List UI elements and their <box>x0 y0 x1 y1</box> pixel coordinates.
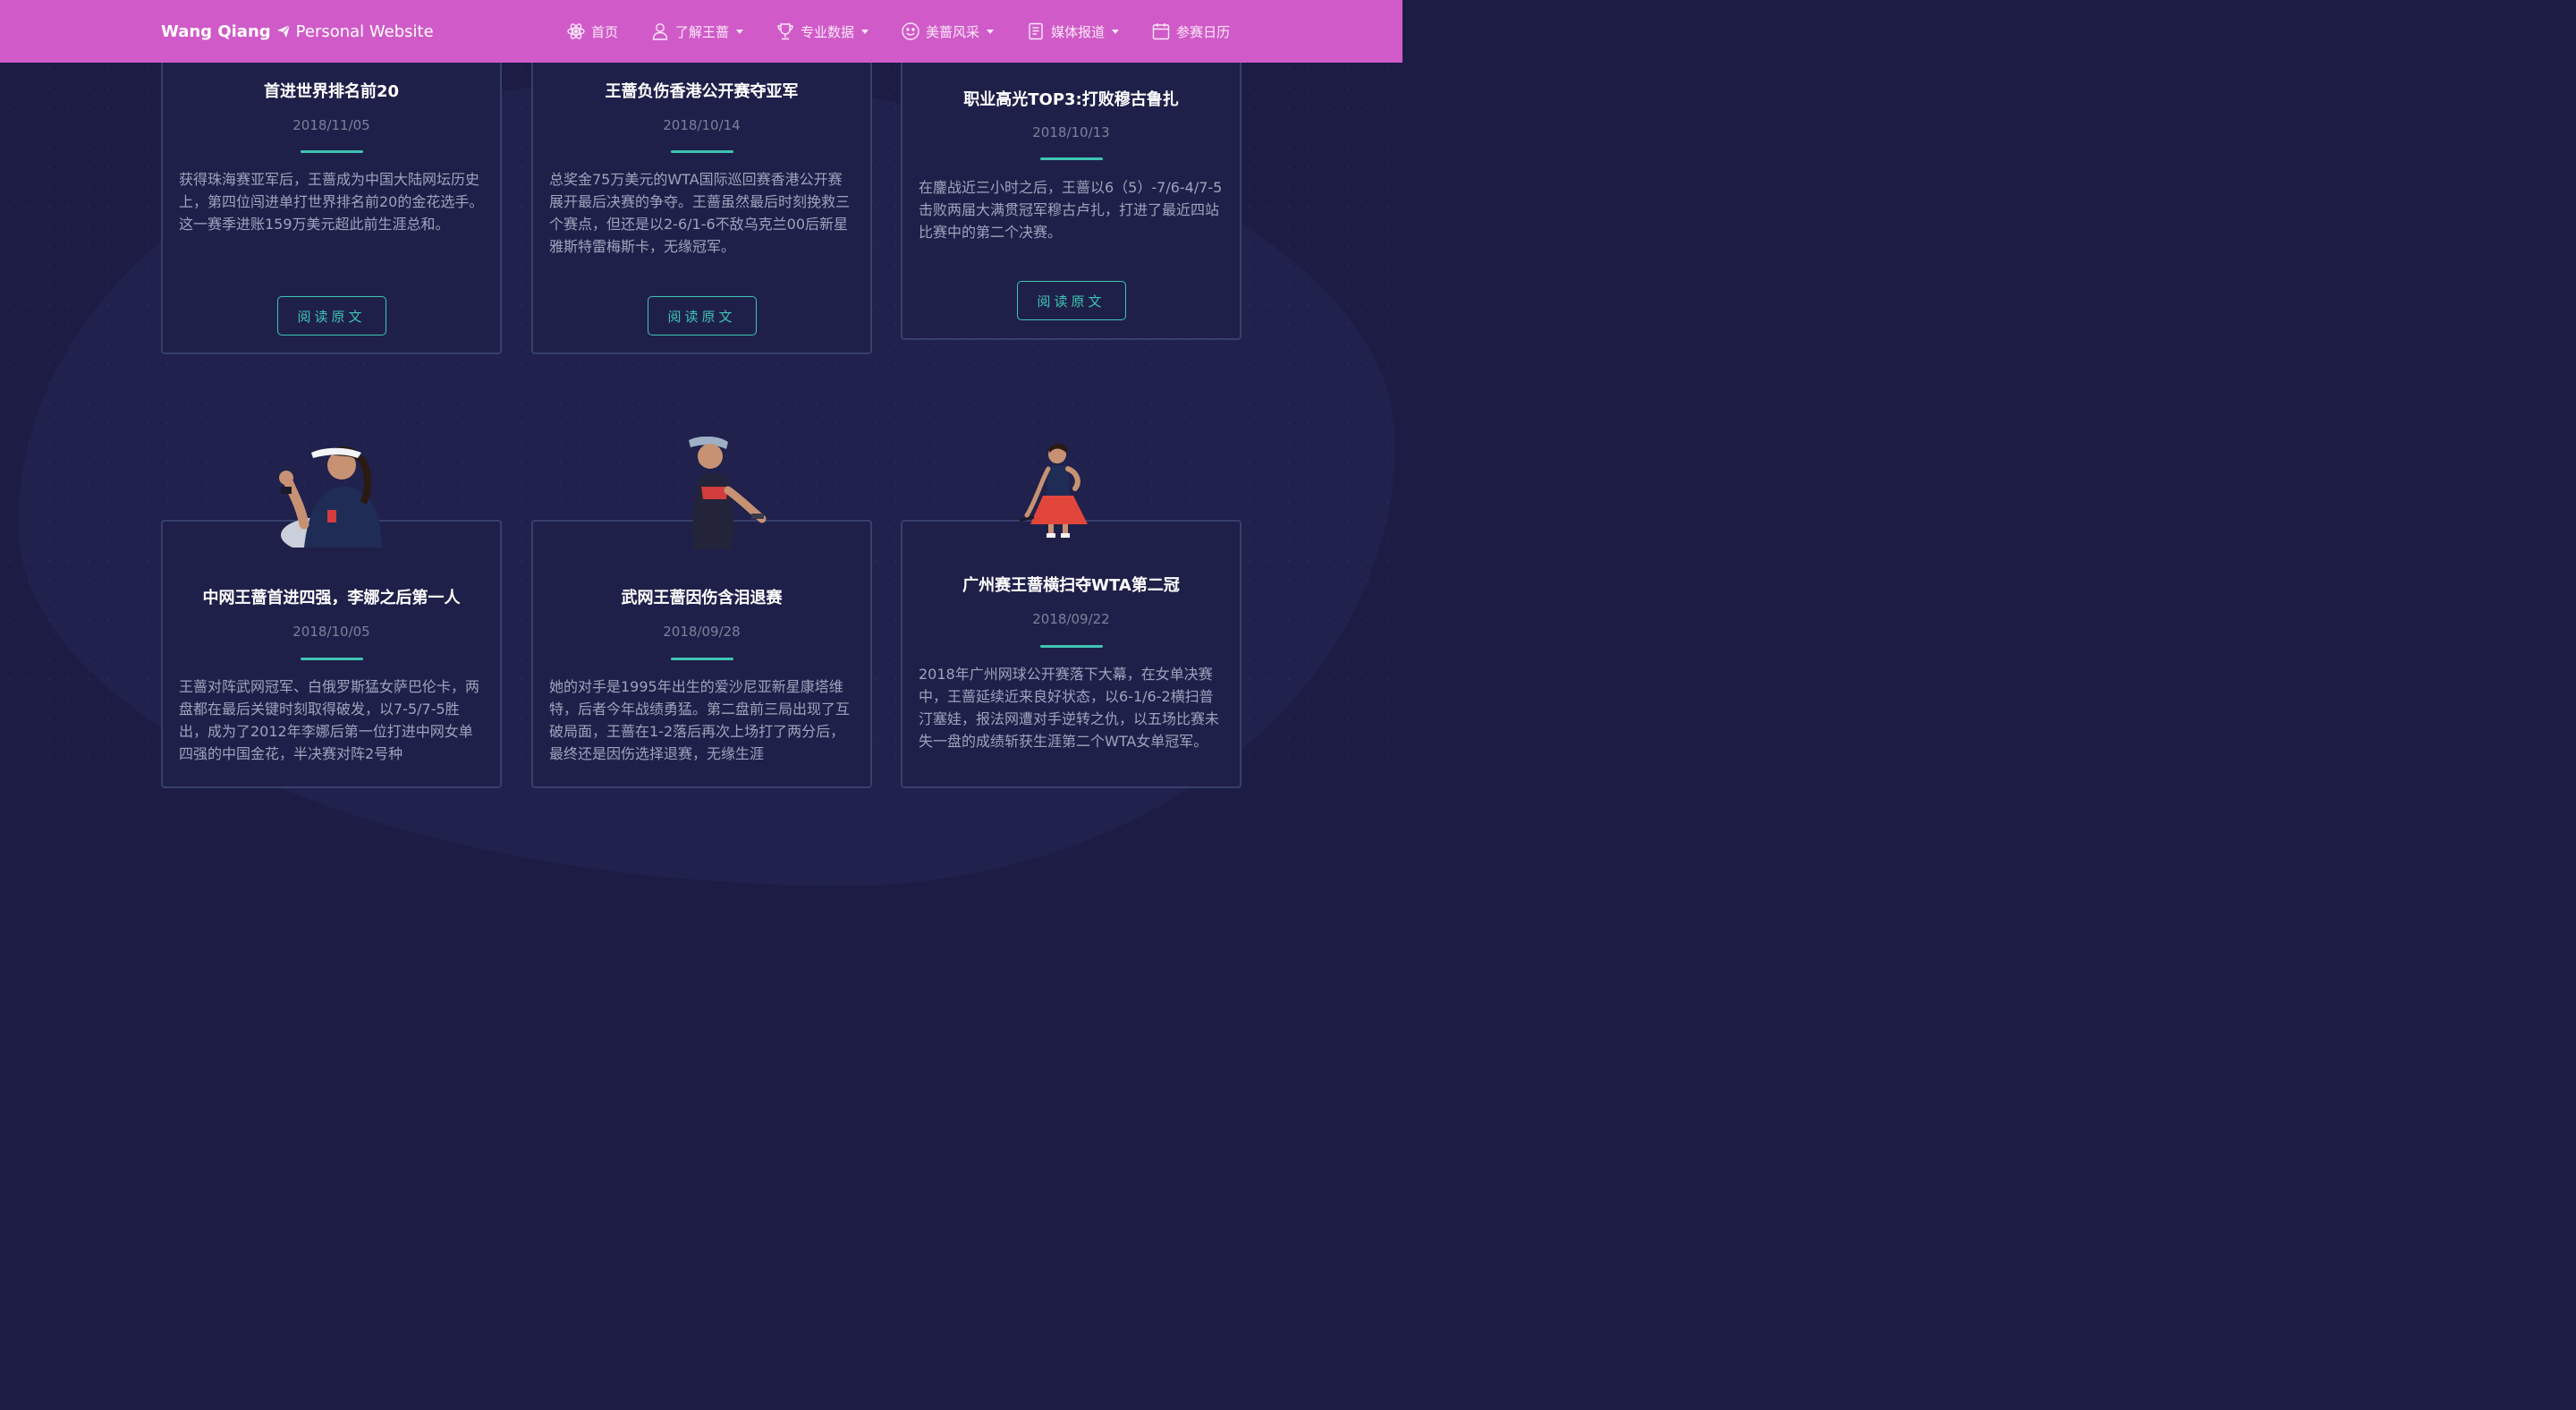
trophy-icon <box>777 23 793 40</box>
news-card: 首进世界排名前20 2018/11/05 获得珠海赛亚军后，王蔷成为中国大陆网坛… <box>161 36 502 354</box>
card-title: 武网王蔷因伤含泪退赛 <box>621 589 783 607</box>
player-photo-celebrating <box>1019 444 1088 538</box>
news-card: 广州赛王蔷横扫夺WTA第二冠 2018/09/22 2018年广州网球公开赛落下… <box>901 520 1241 788</box>
card-date: 2018/11/05 <box>292 117 370 133</box>
card-date: 2018/10/05 <box>292 624 370 640</box>
nav-item-home[interactable]: 首页 <box>566 21 618 41</box>
nav-item-stats[interactable]: 专业数据 <box>775 21 869 41</box>
card-date: 2018/10/13 <box>1032 124 1110 140</box>
nav-item-media[interactable]: 媒体报道 <box>1026 21 1120 41</box>
read-original-button[interactable]: 阅读原文 <box>1016 281 1126 320</box>
document-icon <box>1029 22 1043 40</box>
player-photo-fist-pump <box>279 446 383 548</box>
top-navbar: Wang Qiang Personal Website 首页 了解王蔷 专业数据… <box>0 0 1402 63</box>
player-photo-backhand <box>689 437 767 549</box>
card-date: 2018/09/28 <box>663 624 741 640</box>
card-date: 2018/09/22 <box>1032 611 1110 627</box>
read-original-button[interactable]: 阅读原文 <box>276 296 386 336</box>
card-divider <box>300 150 363 153</box>
nav-menu: 首页 了解王蔷 专业数据 美蔷风采 媒体报道 参赛日历 <box>566 0 1230 63</box>
card-divider <box>300 658 363 660</box>
read-original-button[interactable]: 阅读原文 <box>647 296 757 336</box>
paper-plane-icon <box>276 24 291 38</box>
nav-label-gallery: 美蔷风采 <box>926 23 980 40</box>
brand-name: Wang Qiang <box>161 21 271 41</box>
atom-icon <box>567 23 585 39</box>
card-title: 职业高光TOP3:打败穆古鲁扎 <box>963 90 1179 109</box>
nav-label-media: 媒体报道 <box>1051 23 1106 40</box>
nav-item-calendar[interactable]: 参赛日历 <box>1151 21 1230 41</box>
nav-label-calendar: 参赛日历 <box>1176 23 1231 40</box>
card-excerpt: 在鏖战近三小时之后，王蔷以6（5）-7/6-4/7-5击败两届大满贯冠军穆古卢扎… <box>919 179 1223 241</box>
card-excerpt: 总奖金75万美元的WTA国际巡回赛香港公开赛展开最后决赛的争夺。王蔷虽然最后时刻… <box>549 171 851 255</box>
nav-label-home: 首页 <box>591 23 619 40</box>
news-card: 中网王蔷首进四强，李娜之后第一人 2018/10/05 王蔷对阵武网冠军、白俄罗… <box>161 520 502 788</box>
card-title: 广州赛王蔷横扫夺WTA第二冠 <box>962 576 1180 595</box>
card-excerpt: 获得珠海赛亚军后，王蔷成为中国大陆网坛历史上，第四位闯进单打世界排名前20的金花… <box>179 171 484 233</box>
nav-label-stats: 专业数据 <box>801 23 855 40</box>
smile-icon <box>902 22 919 40</box>
site-brand[interactable]: Wang Qiang Personal Website <box>161 0 434 63</box>
news-card: 武网王蔷因伤含泪退赛 2018/09/28 她的对手是1995年出生的爱沙尼亚新… <box>531 520 872 788</box>
chevron-down-icon <box>736 29 744 34</box>
card-excerpt: 2018年广州网球公开赛落下大幕，在女单决赛中，王蔷延续近来良好状态，以6-1/… <box>919 666 1220 750</box>
card-title: 中网王蔷首进四强，李娜之后第一人 <box>202 589 461 607</box>
card-title: 王蔷负伤香港公开赛夺亚军 <box>605 82 799 101</box>
card-date: 2018/10/14 <box>663 117 741 133</box>
nav-item-about[interactable]: 了解王蔷 <box>650 21 744 41</box>
chevron-down-icon <box>861 29 869 34</box>
card-divider <box>1039 645 1103 648</box>
chevron-down-icon <box>987 29 995 34</box>
chevron-down-icon <box>1112 29 1120 34</box>
card-excerpt: 她的对手是1995年出生的爱沙尼亚新星康塔维特，后者今年战绩勇猛。第二盘前三局出… <box>549 678 851 762</box>
nav-item-gallery[interactable]: 美蔷风采 <box>901 21 995 41</box>
card-divider <box>670 658 733 660</box>
user-icon <box>652 23 668 40</box>
card-title: 首进世界排名前20 <box>263 82 400 101</box>
card-excerpt: 王蔷对阵武网冠军、白俄罗斯猛女萨巴伦卡，两盘都在最后关键时刻取得破发，以7-5/… <box>179 678 480 762</box>
brand-subtitle: Personal Website <box>295 21 434 41</box>
card-divider <box>670 150 733 153</box>
card-divider <box>1039 157 1103 160</box>
calendar-icon <box>1152 23 1170 40</box>
news-card: 职业高光TOP3:打败穆古鲁扎 2018/10/13 在鏖战近三小时之后，王蔷以… <box>901 36 1241 340</box>
news-card: 王蔷负伤香港公开赛夺亚军 2018/10/14 总奖金75万美元的WTA国际巡回… <box>531 36 872 354</box>
nav-label-about: 了解王蔷 <box>675 23 730 40</box>
